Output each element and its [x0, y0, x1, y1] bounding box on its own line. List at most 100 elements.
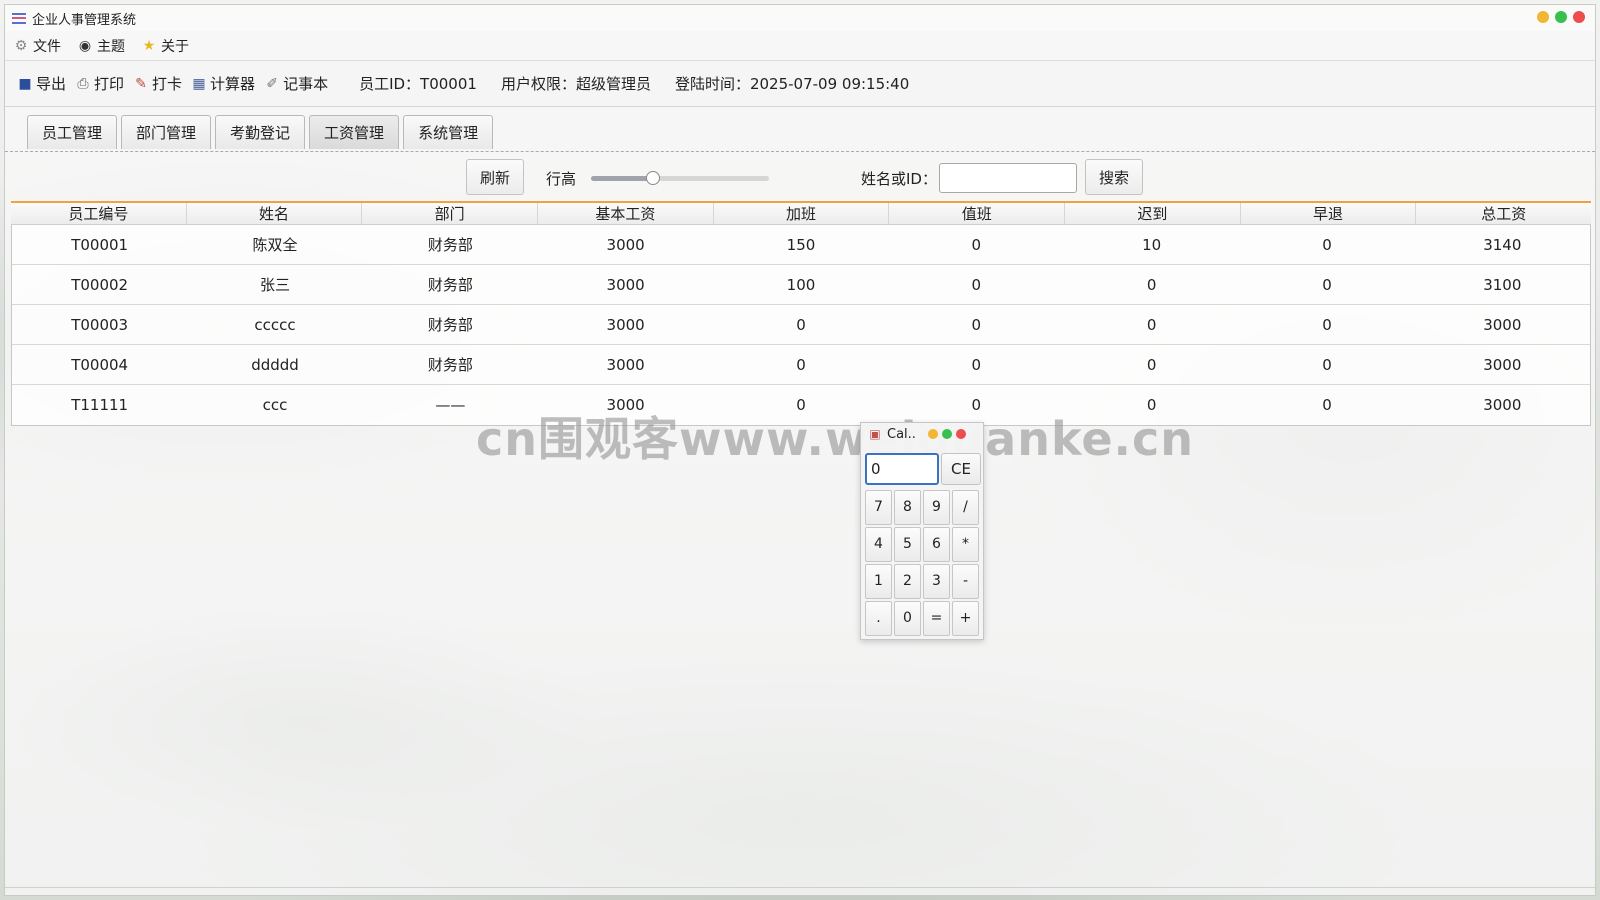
watermark-text: cn围观客www.weiguanke.cn	[476, 412, 1195, 466]
calculator-key[interactable]: 4	[865, 527, 892, 562]
calculator-key[interactable]: 9	[923, 490, 950, 525]
table-cell: 3000	[1483, 396, 1522, 414]
row-height-slider-thumb[interactable]	[646, 171, 661, 185]
column-header[interactable]: 早退	[1241, 203, 1417, 224]
tab-attendance[interactable]: 考勤登记	[215, 115, 306, 149]
export-button[interactable]: ■ 导出	[17, 73, 66, 94]
column-header[interactable]: 基本工资	[538, 203, 714, 224]
table-row[interactable]: T00001 陈双全 财务部 3000 150 0 10 0 3140	[12, 225, 1590, 265]
print-button[interactable]: ⎙ 打印	[75, 73, 124, 94]
calculator-key[interactable]: =	[923, 601, 950, 636]
controls-row: 刷新 行高 姓名或ID： 搜索	[5, 152, 1595, 202]
salary-table: 员工编号 姓名 部门 基本工资 加班 值班 迟到 早退 总工资 T00001 陈双全 财务部 3000…	[11, 201, 1591, 426]
calculator-close-button[interactable]	[955, 429, 966, 439]
clock-in-label: 打卡	[152, 75, 183, 93]
tab-system-management[interactable]: 系统管理	[403, 115, 494, 149]
menu-file[interactable]: ⚙ 文件	[13, 36, 61, 56]
table-cell: 财务部	[427, 236, 473, 254]
table-cell: ccc	[262, 396, 288, 414]
column-header[interactable]: 值班	[889, 203, 1066, 224]
table-row[interactable]: T00002 张三 财务部 3000 100 0 0 0 3100	[12, 265, 1590, 305]
table-cell: 150	[786, 236, 816, 254]
calculator-label: 计算器	[210, 75, 256, 93]
login-time-text: 登陆时间：2025-07-09 09:15:40	[674, 75, 910, 93]
table-cell: ddddd	[251, 356, 299, 374]
calculator-key[interactable]: 3	[923, 564, 950, 599]
calculator-key[interactable]: 6	[923, 527, 950, 562]
tab-salary-management[interactable]: 工资管理	[309, 115, 400, 149]
calculator-key[interactable]: 2	[894, 564, 921, 599]
calculator-minimize-button[interactable]	[927, 429, 938, 439]
table-cell: 0	[971, 356, 982, 374]
column-header[interactable]: 员工编号	[11, 203, 187, 224]
calculator-key[interactable]: -	[952, 564, 979, 599]
calculator-key[interactable]: /	[952, 490, 979, 525]
tab-department-management[interactable]: 部门管理	[121, 115, 212, 149]
printer-icon: ⎙	[77, 75, 89, 92]
calculator-app-icon: ▣	[869, 427, 881, 441]
calculator-key[interactable]: 8	[894, 490, 921, 525]
tab-employee-management[interactable]: 员工管理	[27, 115, 118, 149]
calculator-icon: ▦	[192, 75, 206, 92]
table-header: 员工编号 姓名 部门 基本工资 加班 值班 迟到 早退 总工资	[11, 201, 1591, 225]
notepad-button[interactable]: ✐ 记事本	[264, 73, 328, 94]
clock-in-button[interactable]: ✎ 打卡	[133, 73, 182, 94]
table-cell: 3000	[606, 236, 645, 254]
calculator-key[interactable]: 7	[865, 490, 892, 525]
column-header[interactable]: 部门	[362, 203, 539, 224]
column-header[interactable]: 姓名	[187, 203, 363, 224]
search-label: 姓名或ID：	[861, 170, 937, 188]
maximize-button[interactable]	[1555, 11, 1567, 23]
table-row[interactable]: T00003 ccccc 财务部 3000 0 0 0 0 3000	[12, 305, 1590, 345]
calculator-window: ▣ Cal.. 0 CE 7 8 9/4 5 6 * 1 2 3-. 0 = +	[860, 422, 984, 640]
menu-theme[interactable]: ◉ 主题	[77, 36, 125, 56]
table-cell: 0	[1146, 316, 1157, 334]
table-cell: 0	[1322, 276, 1332, 294]
table-cell: 3000	[606, 356, 645, 374]
minimize-button[interactable]	[1537, 11, 1549, 23]
table-cell: 张三	[259, 276, 290, 294]
toolbar: ■ 导出 ⎙ 打印 ✎ 打卡 ▦ 计算器 ✐ 记事本 员工ID：T00001 用…	[5, 61, 1595, 107]
table-cell: 0	[1146, 356, 1157, 374]
menu-about-label: 关于	[161, 38, 189, 55]
calculator-button[interactable]: ▦ 计算器	[191, 73, 255, 94]
refresh-button[interactable]: 刷新	[466, 159, 525, 195]
clipboard-check-icon: ✎	[135, 75, 147, 92]
calculator-key[interactable]: 5	[894, 527, 921, 562]
notepad-label: 记事本	[283, 75, 329, 93]
calculator-title-bar[interactable]: ▣ Cal..	[861, 423, 983, 445]
table-cell: ccccc	[254, 316, 296, 334]
table-cell: 0	[971, 236, 982, 254]
calculator-keypad: 7 8 9/ 4 5 6 * 1 2 3-. 0 = +	[865, 490, 979, 636]
column-header[interactable]: 迟到	[1065, 203, 1241, 224]
search-button[interactable]: 搜索	[1085, 159, 1144, 195]
table-cell: 3140	[1483, 236, 1522, 254]
column-header[interactable]: 加班	[714, 203, 890, 224]
close-button[interactable]	[1573, 11, 1585, 23]
row-height-slider[interactable]	[591, 171, 769, 185]
calculator-clear-button[interactable]: CE	[941, 453, 981, 485]
table-cell: 3100	[1483, 276, 1522, 294]
menu-about[interactable]: ★ 关于	[141, 36, 189, 56]
notepad-icon: ✐	[266, 75, 278, 92]
search-input[interactable]	[939, 163, 1077, 193]
calculator-display[interactable]: 0	[865, 453, 939, 485]
row-height-label: 行高	[546, 170, 577, 188]
window-controls	[1537, 11, 1585, 23]
table-row[interactable]: T00004 ddddd 财务部 3000 0 0 0 0 3000	[12, 345, 1590, 385]
menu-theme-label: 主题	[97, 38, 125, 55]
title-bar: 企业人事管理系统	[5, 5, 1595, 31]
calculator-key[interactable]: 1	[865, 564, 892, 599]
column-header[interactable]: 总工资	[1416, 203, 1591, 224]
calculator-key[interactable]: .	[865, 601, 892, 636]
calculator-key[interactable]: *	[952, 527, 979, 562]
table-cell: T11111	[71, 396, 129, 414]
table-cell: 0	[796, 356, 806, 374]
table-cell: 财务部	[427, 356, 473, 374]
export-label: 导出	[36, 75, 67, 93]
save-icon: ■	[18, 75, 32, 92]
table-body: T00001 陈双全 财务部 3000 150 0 10 0 3140 T00002 张三 财务部 30…	[11, 225, 1591, 426]
calculator-maximize-button[interactable]	[941, 429, 952, 439]
calculator-key[interactable]: 0	[894, 601, 921, 636]
calculator-key[interactable]: +	[952, 601, 979, 636]
